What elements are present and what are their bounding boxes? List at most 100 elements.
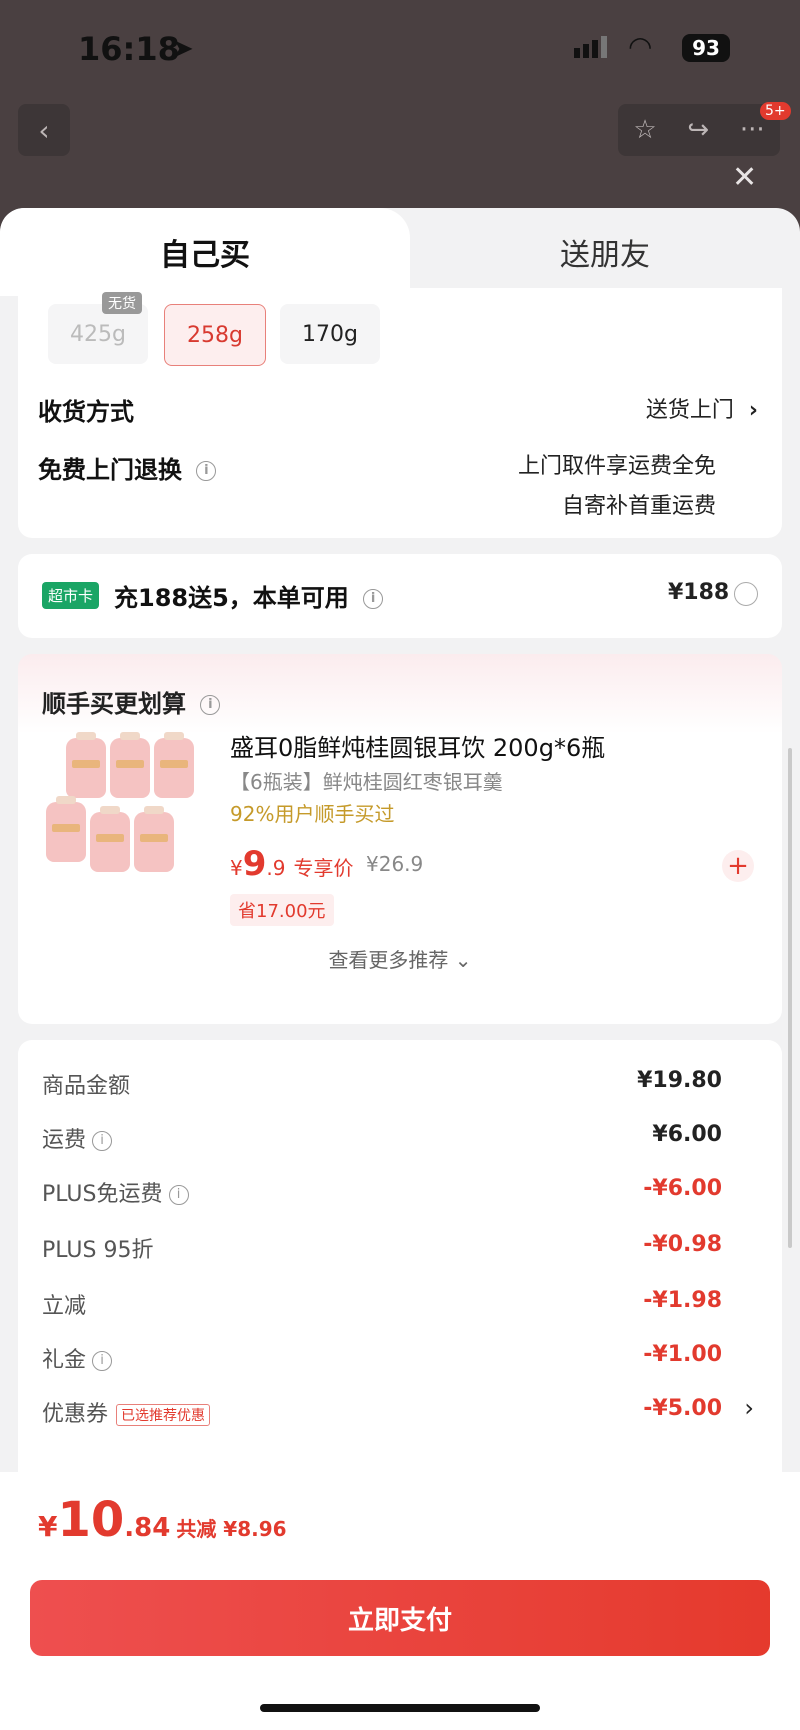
status-bar: 16:18 ➤ ◠ 93	[0, 0, 800, 96]
bottle-shape	[90, 806, 130, 872]
chevron-right-icon: ›	[744, 1394, 754, 1422]
delivery-value: 送货上门	[645, 398, 734, 423]
addon-header-wrap: 顺手买更划算 i	[42, 684, 221, 719]
out-of-stock-tag: 无货	[102, 292, 142, 314]
price-int: 9	[242, 844, 267, 884]
original-price: ¥26.9	[366, 852, 424, 876]
fee-row-coupon[interactable]: 优惠券 已选推荐优惠 -¥5.00 ›	[42, 1390, 754, 1430]
pay-now-button[interactable]: 立即支付	[30, 1580, 770, 1656]
battery-level: 93	[682, 34, 730, 62]
wifi-icon: ◠	[628, 30, 653, 63]
fee-row-plus-free-shipping: PLUS免运费 i -¥6.00	[42, 1170, 754, 1210]
product-price: ¥9.9 专享价	[230, 844, 354, 884]
fee-label: 优惠券	[42, 1402, 109, 1427]
fee-row-gift-money: 礼金 i -¥1.00	[42, 1336, 754, 1376]
total-saved: 共减 ¥8.96	[176, 1517, 287, 1541]
fee-label: 礼金	[42, 1348, 87, 1373]
message-badge: 5+	[760, 102, 791, 120]
spec-option-258g[interactable]: 258g	[164, 304, 266, 366]
info-icon[interactable]: i	[168, 1185, 189, 1205]
chevron-right-icon: ›	[748, 398, 758, 423]
tab-self-buy[interactable]: 自己买	[0, 208, 410, 296]
buy-rate: 92%用户顺手买过	[230, 802, 395, 826]
bottle-shape	[66, 732, 106, 798]
fee-label-wrap: 优惠券 已选推荐优惠	[42, 1396, 211, 1428]
info-icon[interactable]: i	[200, 695, 221, 715]
star-icon[interactable]: ☆	[633, 115, 656, 145]
add-to-cart-button[interactable]: +	[722, 850, 754, 882]
close-icon[interactable]: ✕	[732, 160, 757, 195]
fee-row-shipping: 运费 i ¥6.00	[42, 1116, 754, 1156]
fee-value: -¥5.00	[643, 1396, 722, 1421]
more-label: 查看更多推荐	[328, 948, 449, 972]
scrollbar[interactable]	[788, 748, 792, 1248]
bottle-shape	[154, 732, 194, 798]
coupon-badge: 已选推荐优惠	[116, 1404, 211, 1426]
fee-label: PLUS免运费	[42, 1182, 163, 1207]
fee-row-instant-off: 立减 -¥1.98	[42, 1282, 754, 1322]
returns-line1: 上门取件享运费全免	[517, 454, 716, 479]
fee-value: -¥0.98	[643, 1232, 722, 1257]
info-icon[interactable]: i	[363, 589, 384, 609]
location-arrow-icon: ➤	[172, 34, 194, 64]
clock: 16:18	[78, 30, 180, 68]
fee-label-wrap: 运费 i	[42, 1122, 113, 1154]
fee-label: 运费	[42, 1128, 87, 1153]
home-indicator	[260, 1704, 540, 1712]
info-icon[interactable]: i	[92, 1131, 113, 1151]
info-icon[interactable]: i	[92, 1351, 113, 1371]
supermarket-card-offer[interactable]: 超市卡 充188送5，本单可用 i ¥188	[18, 554, 782, 638]
fee-label-wrap: 礼金 i	[42, 1342, 113, 1374]
returns-line2: 自寄补首重运费	[561, 494, 716, 519]
fee-label: 商品金额	[42, 1074, 131, 1099]
offer-price: ¥188	[668, 580, 730, 605]
fee-value: -¥1.00	[643, 1342, 722, 1367]
chevron-left-icon: ‹	[38, 113, 50, 147]
tab-gift[interactable]: 送朋友	[410, 208, 800, 296]
fee-label: PLUS 95折	[42, 1238, 154, 1263]
returns-label: 免费上门退换	[38, 456, 182, 484]
back-button[interactable]: ‹	[18, 104, 70, 156]
fee-value: -¥6.00	[643, 1176, 722, 1201]
more-recommendations[interactable]: 查看更多推荐 ⌄	[18, 944, 782, 973]
price-dec: .9	[266, 856, 286, 880]
info-icon[interactable]: i	[196, 461, 217, 481]
bottle-shape	[46, 796, 86, 862]
returns-label-wrap: 免费上门退换 i	[38, 450, 217, 485]
product-title[interactable]: 盛耳0脂鲜炖桂圆银耳饮 200g*6瓶	[230, 728, 605, 763]
price-tag: 专享价	[293, 856, 354, 880]
more-icon[interactable]: ···	[740, 115, 765, 145]
product-image[interactable]	[42, 730, 206, 888]
saving-badge: 省17.00元	[230, 894, 334, 926]
offer-text: 充188送5，本单可用	[114, 584, 349, 612]
addon-card: 顺手买更划算 i 盛耳0脂鲜炖桂圆银耳饮 200g*6瓶 【6瓶装】鲜炖桂圆红枣…	[18, 654, 782, 1024]
bottle-shape	[134, 806, 174, 872]
fee-value: -¥1.98	[643, 1288, 722, 1313]
fee-row-goods: 商品金额 ¥19.80	[42, 1062, 754, 1102]
offer-radio[interactable]	[734, 582, 758, 606]
product-subtitle: 【6瓶装】鲜炖桂圆红枣银耳羹	[230, 770, 503, 794]
total-dec: .84	[124, 1513, 171, 1543]
fee-label: 立减	[42, 1294, 87, 1319]
fee-row-plus-discount: PLUS 95折 -¥0.98	[42, 1226, 754, 1266]
addon-header: 顺手买更划算	[42, 690, 186, 718]
total-price: ¥10.84 共减 ¥8.96	[38, 1492, 287, 1548]
fee-value: ¥6.00	[652, 1122, 722, 1147]
bottle-shape	[110, 732, 150, 798]
total-currency: ¥	[38, 1510, 58, 1543]
delivery-label: 收货方式	[38, 398, 134, 426]
payment-bar: ¥10.84 共减 ¥8.96 立即支付	[0, 1472, 800, 1730]
price-currency: ¥	[230, 856, 243, 880]
header-actions: ☆ ↪ ···	[618, 104, 780, 156]
market-card-badge: 超市卡	[42, 582, 100, 609]
fee-value: ¥19.80	[637, 1068, 722, 1093]
total-int: 10	[57, 1492, 125, 1548]
delivery-method[interactable]: 送货上门 ›	[646, 392, 758, 424]
options-card: 425g 无货 258g 170g 收货方式 送货上门 › 免费上门退换 i 上…	[18, 288, 782, 538]
offer-text-wrap: 充188送5，本单可用 i	[114, 578, 384, 613]
tab-bar: 自己买 送朋友	[0, 208, 800, 296]
signal-icon	[574, 36, 610, 58]
spec-option-170g[interactable]: 170g	[280, 304, 380, 364]
share-icon[interactable]: ↪	[687, 115, 709, 145]
chevron-down-icon: ⌄	[454, 948, 472, 972]
